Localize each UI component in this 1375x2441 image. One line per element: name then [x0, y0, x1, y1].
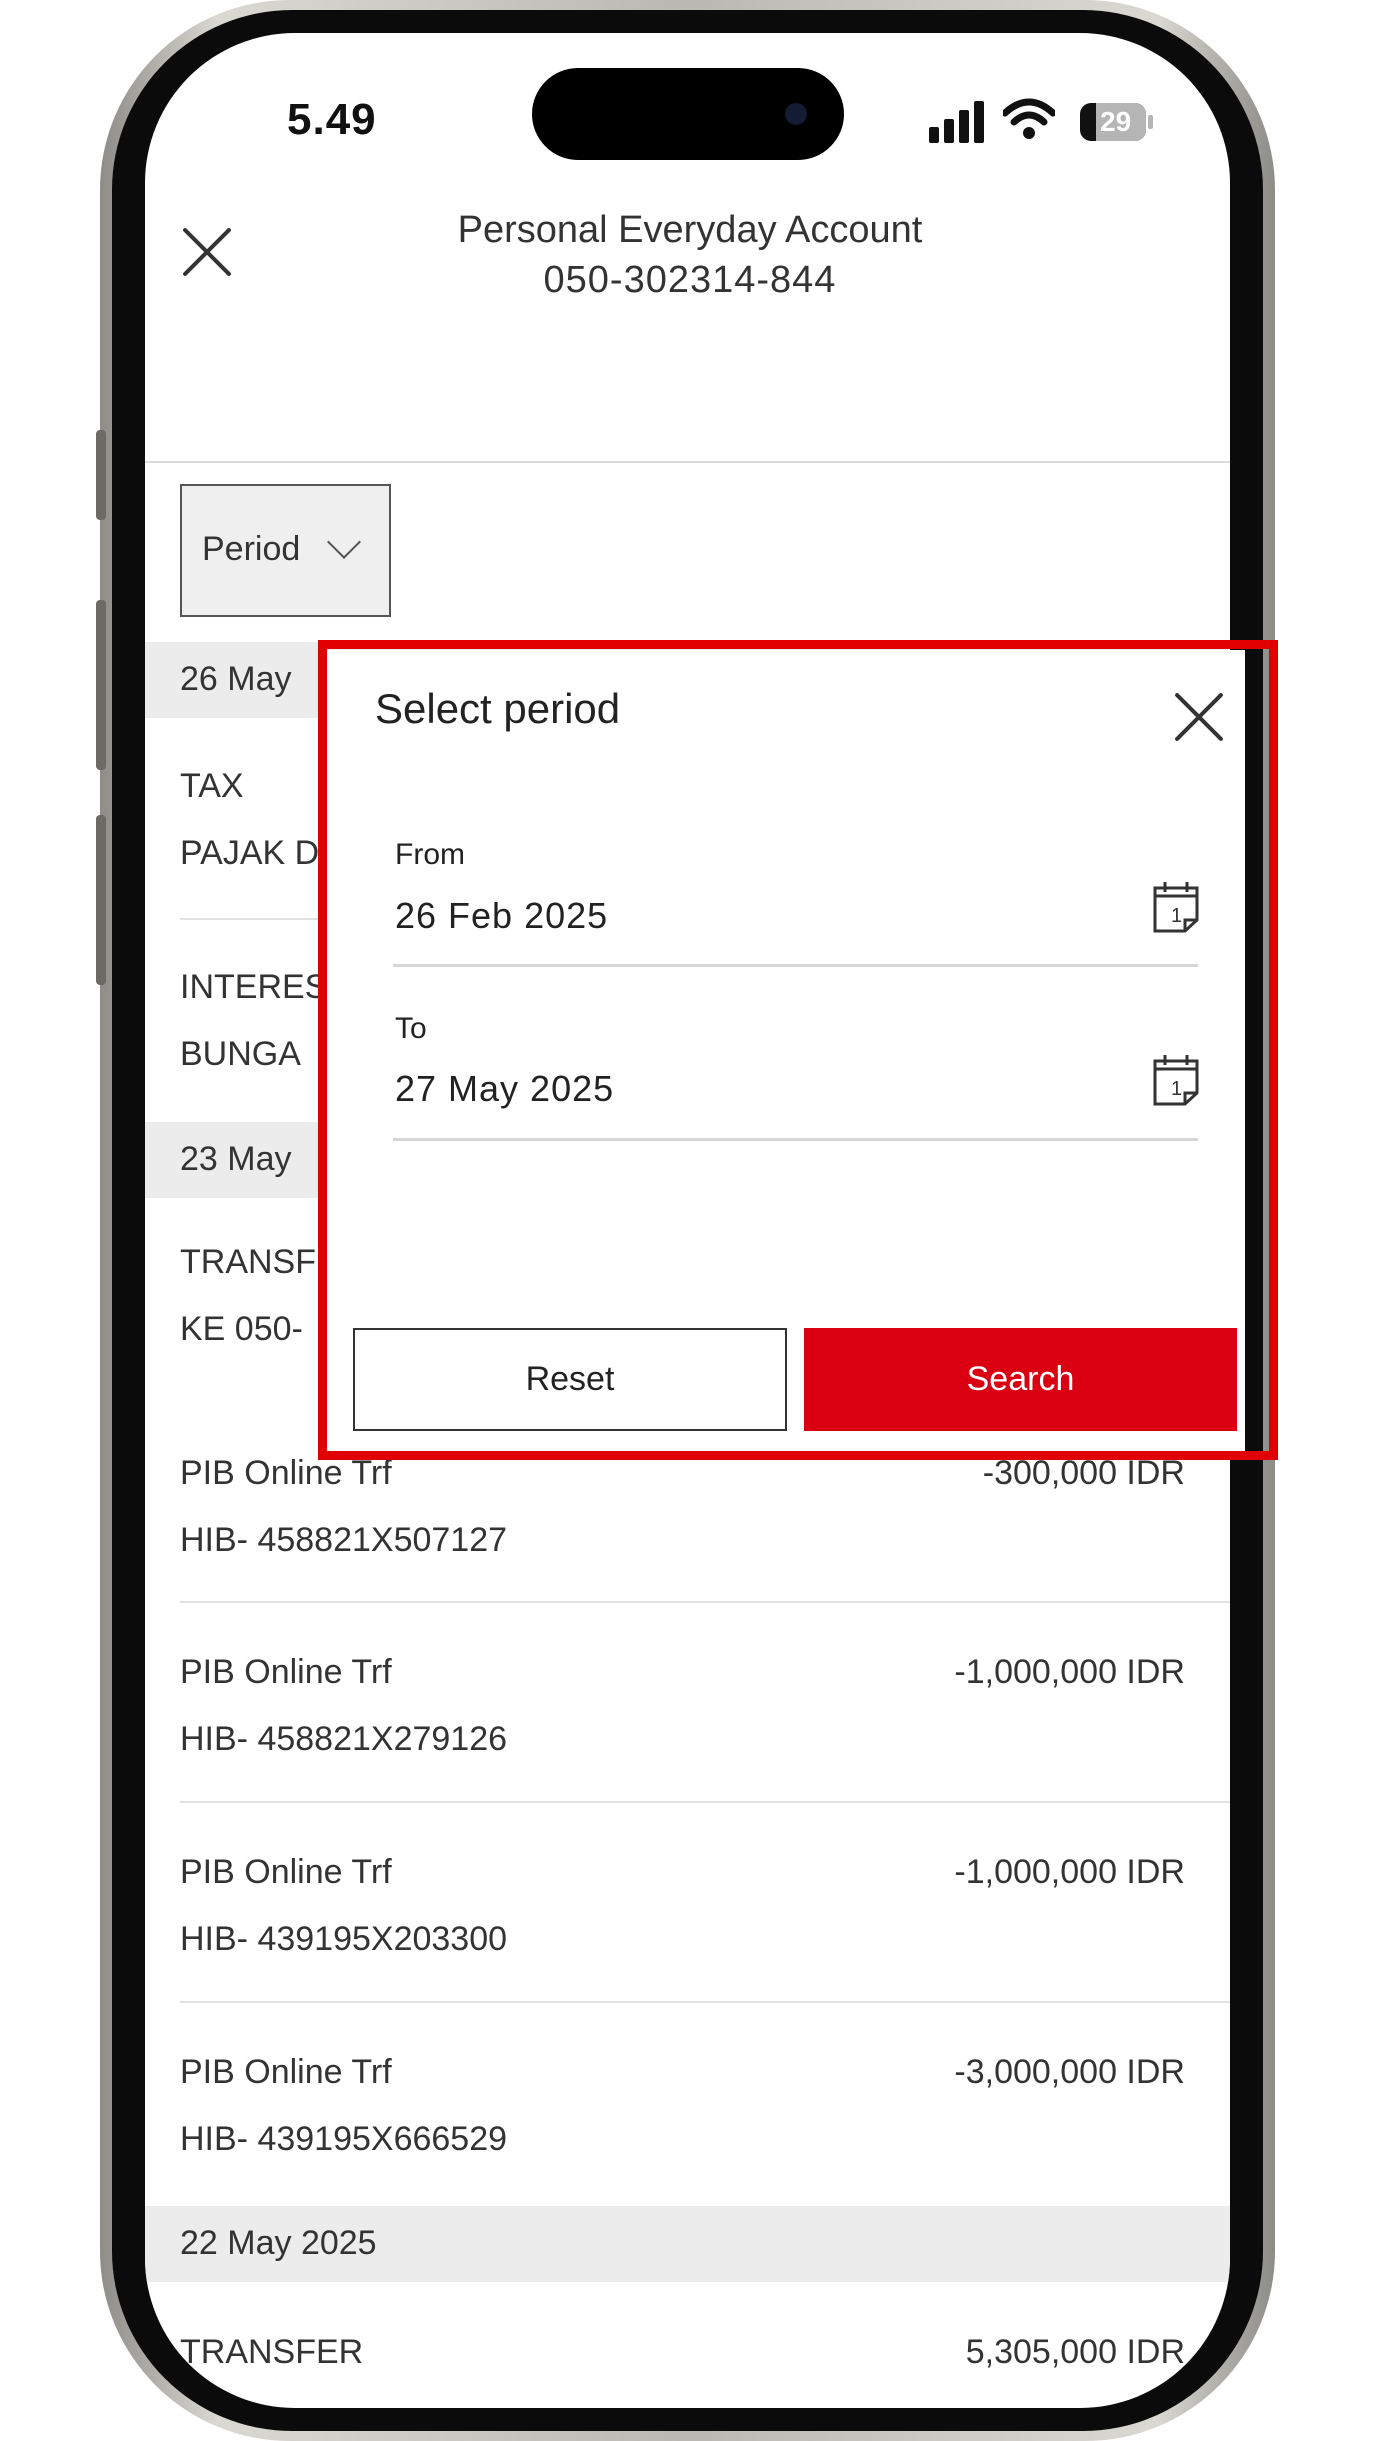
- transaction-description: INTERES: [180, 968, 328, 1006]
- volume-down-button: [96, 815, 106, 985]
- transaction-description: TRANSFER: [180, 2333, 364, 2371]
- status-time: 5.49: [287, 95, 377, 144]
- transaction-reference: HIB- 458821X507127: [180, 1521, 508, 1559]
- header-divider: [145, 461, 1230, 463]
- wifi-icon: [1003, 98, 1055, 139]
- date-header: 22 May 2025: [145, 2206, 1230, 2282]
- account-number: 050-302314-844: [543, 259, 837, 301]
- period-filter-button[interactable]: Period: [180, 484, 391, 617]
- transaction-description: PIB Online Trf: [180, 1853, 392, 1891]
- battery-cap: [1148, 115, 1153, 129]
- transaction-amount: -1,000,000 IDR: [954, 1853, 1185, 1891]
- date-header-label: 26 May: [180, 660, 292, 698]
- transaction-reference: BUNGA: [180, 1035, 301, 1073]
- transaction-description: PIB Online Trf: [180, 2053, 392, 2091]
- transaction-amount: 5,305,000 IDR: [965, 2333, 1185, 2371]
- transaction-description: PIB Online Trf: [180, 1653, 392, 1691]
- transaction-reference: HIB- 458821X279126: [180, 1720, 508, 1758]
- transaction-description: TRANSF: [180, 1243, 316, 1281]
- close-icon[interactable]: [180, 225, 234, 279]
- transaction-amount: -3,000,000 IDR: [954, 2053, 1185, 2091]
- date-header-label: 23 May: [180, 1140, 292, 1178]
- row-divider: [180, 1801, 1230, 1803]
- transaction-reference: HIB- 439195X203300: [180, 1920, 508, 1958]
- row-divider: [180, 2001, 1230, 2003]
- transaction-amount: -1,000,000 IDR: [954, 1653, 1185, 1691]
- period-filter-label: Period: [202, 530, 301, 568]
- battery-level: 29: [1100, 106, 1132, 137]
- chevron-down-icon: [327, 525, 361, 559]
- highlight-box: [318, 640, 1278, 1460]
- transaction-reference: PAJAK D: [180, 834, 320, 872]
- battery-icon: 29: [1080, 103, 1146, 141]
- action-button: [96, 430, 106, 520]
- transaction-description: TAX: [180, 767, 244, 805]
- volume-up-button: [96, 600, 106, 770]
- front-camera: [785, 103, 807, 125]
- transaction-reference: HIB- 439195X666529: [180, 2120, 508, 2158]
- transaction-reference: KE 050-: [180, 1310, 303, 1348]
- signal-icon: [929, 101, 984, 143]
- row-divider: [180, 1601, 1230, 1603]
- date-header-label: 22 May 2025: [180, 2224, 377, 2262]
- page-title: Personal Everyday Account: [457, 209, 923, 251]
